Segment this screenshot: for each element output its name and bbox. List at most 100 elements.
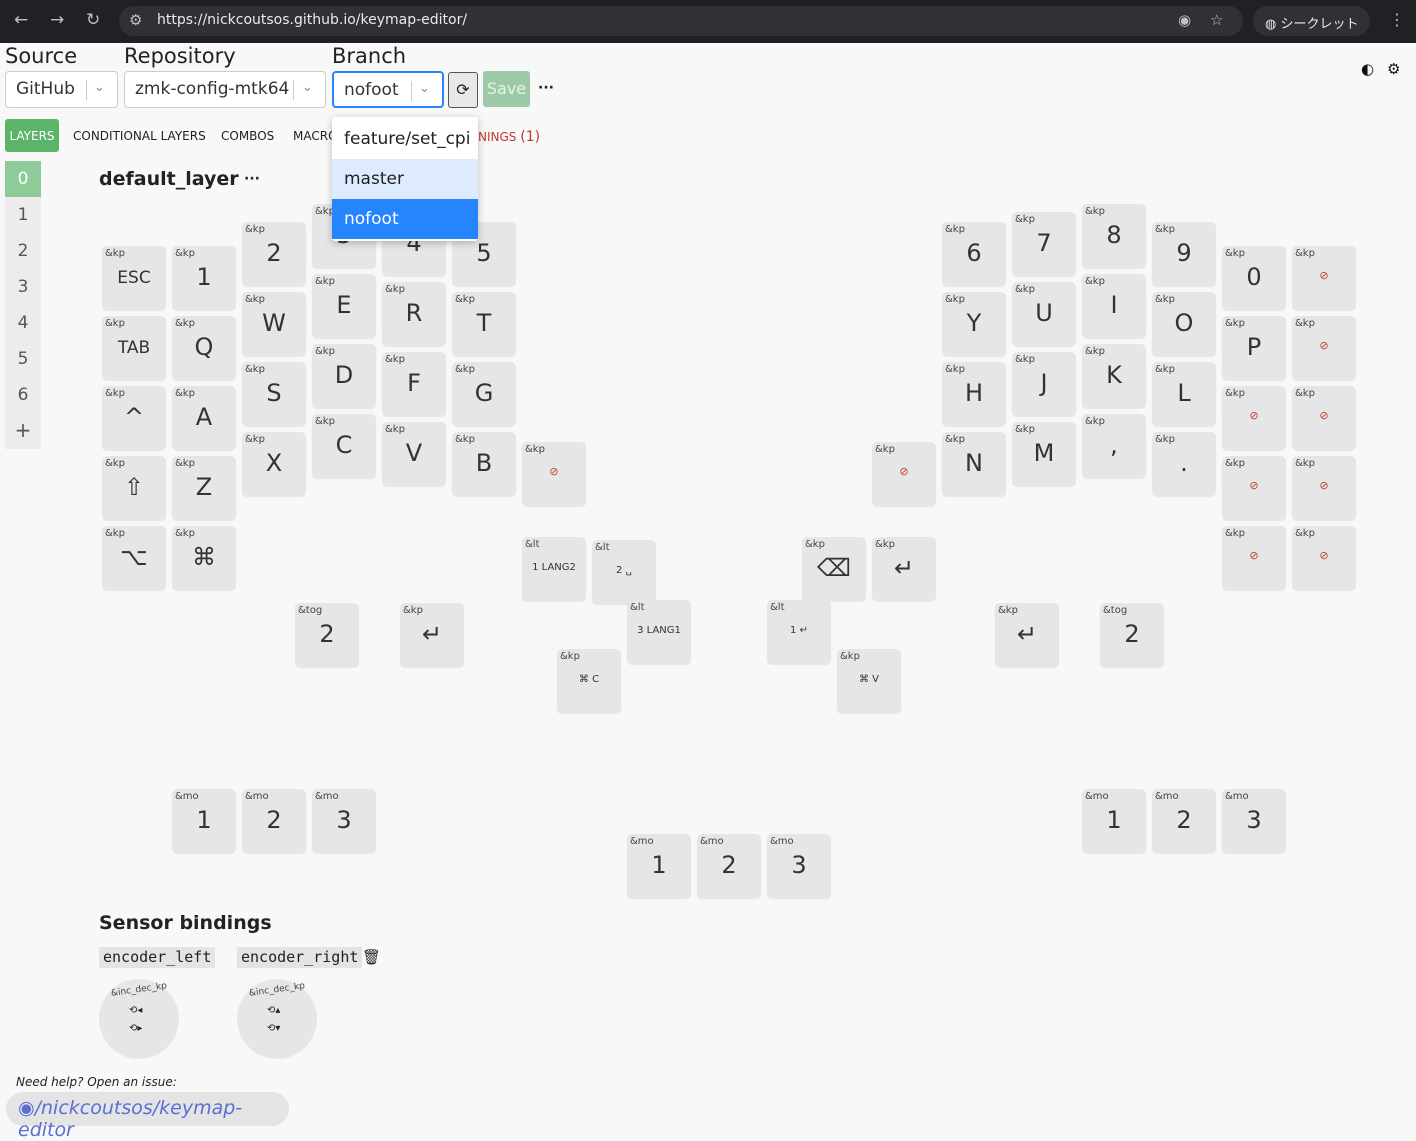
key[interactable]: &kp ^ <box>102 386 166 450</box>
branch-select[interactable]: nofoot ⌄ <box>332 71 444 108</box>
key[interactable]: &kp ⌫ <box>802 537 866 601</box>
key[interactable]: &kp TAB <box>102 316 166 380</box>
key[interactable]: &lt 1 LANG2 <box>522 537 586 601</box>
github-repo-link[interactable]: ◉/nickcoutsos/keymap-editor <box>6 1092 289 1141</box>
key[interactable]: &kp F <box>382 352 446 416</box>
key[interactable]: &lt 3 LANG1 <box>627 600 691 664</box>
encoder-right-knob[interactable]: &inc_dec_kp ⟲▴ ⟲▾ <box>237 979 317 1059</box>
key[interactable]: &tog 2 <box>295 603 359 667</box>
incognito-badge[interactable]: ◍ シークレット <box>1253 6 1370 36</box>
key[interactable]: &kp ⊘ <box>872 442 936 506</box>
key[interactable]: &lt 2 ␣ <box>592 540 656 604</box>
key[interactable]: &mo 2 <box>697 834 761 898</box>
theme-toggle-icon[interactable]: ◐ <box>1361 60 1374 78</box>
key[interactable]: &kp J <box>1012 352 1076 416</box>
key[interactable]: &kp 1 <box>172 246 236 310</box>
key[interactable]: &mo 2 <box>1152 789 1216 853</box>
tab-macros[interactable]: MACRO <box>293 129 338 143</box>
key[interactable]: &kp ↵ <box>872 537 936 601</box>
key[interactable]: &kp ⊘ <box>1292 316 1356 380</box>
key[interactable]: &kp ⊘ <box>1292 246 1356 310</box>
key[interactable]: &kp ↵ <box>400 603 464 667</box>
key[interactable]: &kp ESC <box>102 246 166 310</box>
key[interactable]: &kp ⊘ <box>1292 456 1356 520</box>
eye-off-icon[interactable]: ◉ <box>1178 11 1191 29</box>
key[interactable]: &kp P <box>1222 316 1286 380</box>
key[interactable]: &mo 2 <box>242 789 306 853</box>
layer-item-0[interactable]: 0 <box>5 161 41 197</box>
key[interactable]: &mo 1 <box>1082 789 1146 853</box>
layer-item-6[interactable]: 6 <box>5 377 41 413</box>
source-select[interactable]: GitHub ⌄ <box>5 71 118 108</box>
tab-combos[interactable]: COMBOS <box>221 129 274 143</box>
key[interactable]: &kp D <box>312 344 376 408</box>
tab-layers[interactable]: LAYERS <box>5 119 59 152</box>
key[interactable]: &kp X <box>242 432 306 496</box>
key[interactable]: &kp V <box>382 422 446 486</box>
layer-item-4[interactable]: 4 <box>5 305 41 341</box>
repository-select[interactable]: zmk-config-mtk64 ⌄ <box>124 71 326 108</box>
key[interactable]: &kp ⌘ <box>172 526 236 590</box>
key[interactable]: &kp W <box>242 292 306 356</box>
key[interactable]: &kp T <box>452 292 516 356</box>
address-bar[interactable]: ⚙ https://nickcoutsos.github.io/keymap-e… <box>119 6 1243 36</box>
encoder-left-knob[interactable]: &inc_dec_kp ⟲◂ ⟲▸ <box>99 979 179 1059</box>
layer-name[interactable]: default_layer <box>99 168 239 190</box>
key[interactable]: &kp ↵ <box>995 603 1059 667</box>
key[interactable]: &kp A <box>172 386 236 450</box>
rotate-ccw-binding[interactable]: ⟲▴ <box>267 1005 280 1016</box>
key[interactable]: &kp Q <box>172 316 236 380</box>
key[interactable]: &kp 2 <box>242 222 306 286</box>
key[interactable]: &kp C <box>312 414 376 478</box>
key[interactable]: &mo 1 <box>172 789 236 853</box>
key[interactable]: &kp Z <box>172 456 236 520</box>
key[interactable]: &kp ⌘ V <box>837 649 901 713</box>
key[interactable]: &kp S <box>242 362 306 426</box>
tab-conditional-layers[interactable]: CONDITIONAL LAYERS <box>73 129 206 143</box>
key[interactable]: &kp 8 <box>1082 204 1146 268</box>
trash-icon[interactable]: 🗑 <box>362 948 381 966</box>
key[interactable]: &kp O <box>1152 292 1216 356</box>
key[interactable]: &kp ⊘ <box>1222 526 1286 590</box>
key[interactable]: &kp E <box>312 274 376 338</box>
key[interactable]: &kp R <box>382 282 446 346</box>
key[interactable]: &kp N <box>942 432 1006 496</box>
key[interactable]: &kp 9 <box>1152 222 1216 286</box>
layer-item-2[interactable]: 2 <box>5 233 41 269</box>
key[interactable]: &kp ⊘ <box>522 442 586 506</box>
key[interactable]: &kp ⊘ <box>1222 456 1286 520</box>
key[interactable]: &kp Y <box>942 292 1006 356</box>
back-icon[interactable]: ← <box>14 10 28 30</box>
key[interactable]: &kp K <box>1082 344 1146 408</box>
settings-icon[interactable]: ⚙ <box>1387 60 1400 78</box>
key[interactable]: &mo 3 <box>1222 789 1286 853</box>
key[interactable]: &kp 6 <box>942 222 1006 286</box>
key[interactable]: &mo 3 <box>312 789 376 853</box>
key[interactable]: &mo 3 <box>767 834 831 898</box>
key[interactable]: &kp B <box>452 432 516 496</box>
key[interactable]: &kp ⊘ <box>1292 526 1356 590</box>
key[interactable]: &kp H <box>942 362 1006 426</box>
layer-item-5[interactable]: 5 <box>5 341 41 377</box>
browser-menu-icon[interactable]: ⋮ <box>1389 10 1405 29</box>
save-button[interactable]: Save <box>483 71 530 107</box>
key[interactable]: &kp 0 <box>1222 246 1286 310</box>
branch-option[interactable]: master <box>332 159 478 199</box>
site-settings-icon[interactable]: ⚙ <box>129 11 142 29</box>
add-layer-button[interactable]: + <box>5 413 41 449</box>
key[interactable]: &kp I <box>1082 274 1146 338</box>
rotate-ccw-binding[interactable]: ⟲◂ <box>129 1005 142 1016</box>
key[interactable]: &lt 1 ↵ <box>767 600 831 664</box>
rotate-cw-binding[interactable]: ⟲▸ <box>129 1023 142 1034</box>
layer-item-3[interactable]: 3 <box>5 269 41 305</box>
key[interactable]: &kp ⌘ C <box>557 649 621 713</box>
refresh-branches-button[interactable]: ⟳ <box>448 72 478 108</box>
key[interactable]: &kp, <box>1082 414 1146 478</box>
key[interactable]: &kp G <box>452 362 516 426</box>
forward-icon[interactable]: → <box>50 10 64 30</box>
key[interactable]: &kp ⊘ <box>1222 386 1286 450</box>
star-icon[interactable]: ☆ <box>1210 11 1223 29</box>
key[interactable]: &mo 1 <box>627 834 691 898</box>
more-options-button[interactable]: ··· <box>538 80 554 96</box>
key[interactable]: &kp ⇧ <box>102 456 166 520</box>
